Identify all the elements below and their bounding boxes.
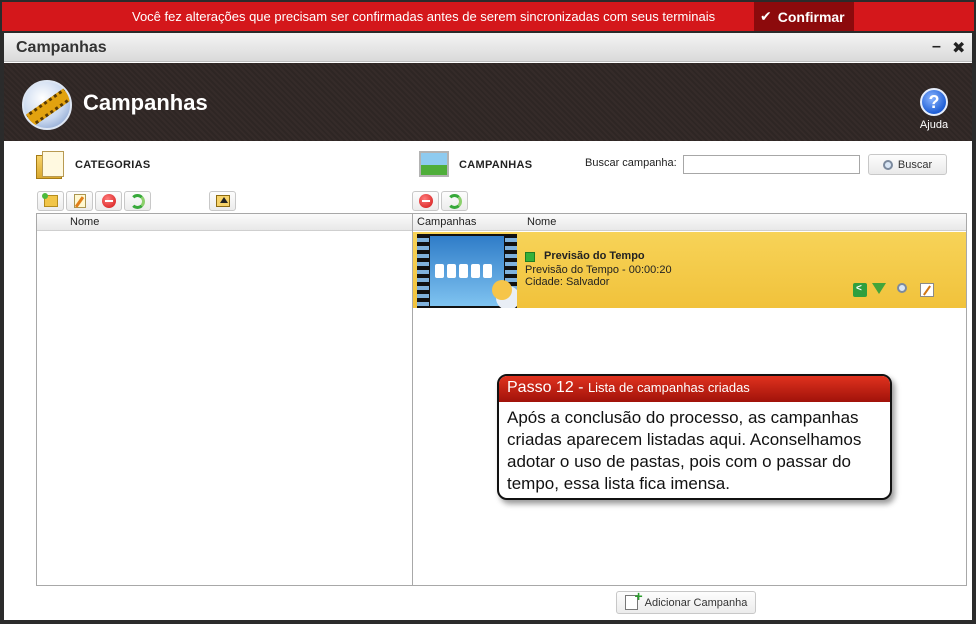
window-titlebar: Campanhas – ✖ [4,33,972,62]
campaigns-column-campaigns: Campanhas [417,216,477,228]
refresh-icon [130,193,145,209]
campaign-thumbnail [417,234,517,308]
search-button-label: Buscar [897,158,933,171]
categories-panel: Nome [36,213,413,586]
add-campaign-label: Adicionar Campanha [644,596,748,609]
sync-banner-message: Você fez alterações que precisam ser con… [132,9,716,24]
campaign-row[interactable]: Previsão do Tempo Previsão do Tempo - 00… [413,232,966,308]
search-label: Buscar campanha: [585,157,677,169]
window-title: Campanhas [16,39,107,56]
delete-icon [418,194,433,208]
new-folder-icon [41,193,58,207]
categories-label: CATEGORIAS [75,159,151,171]
callout-header: Passo 12 - Lista de campanhas criadas [499,376,890,402]
help-button[interactable]: ? Ajuda [917,88,951,131]
edit-icon [73,194,86,208]
add-campaign-icon [624,588,643,610]
tutorial-callout: Passo 12 - Lista de campanhas criadas Ap… [497,374,892,500]
minimize-icon[interactable]: – [932,38,941,56]
check-icon: ✔ [760,8,772,24]
edit-category-button[interactable] [66,191,93,211]
help-label: Ajuda [919,119,949,131]
search-input[interactable] [683,155,860,174]
folder-icon [36,151,66,179]
sync-banner: Você fez alterações que precisam ser con… [2,2,974,31]
picture-icon [419,151,449,177]
delete-campaign-button[interactable] [412,191,439,211]
confirm-button-label: Confirmar [777,8,845,25]
callout-step: Passo 12 - [507,379,588,396]
zoom-icon[interactable] [897,283,907,293]
page-header: Campanhas ? Ajuda [4,63,972,141]
help-icon: ? [920,88,948,116]
search-button[interactable]: Buscar [868,154,947,175]
page-title: Campanhas [83,90,208,115]
refresh-campaigns-button[interactable] [441,191,468,211]
edit-row-icon[interactable] [920,283,934,297]
campaign-duration: Previsão do Tempo - 00:00:20 [525,264,672,276]
delete-category-button[interactable] [95,191,122,211]
campaign-title: Previsão do Tempo [544,250,645,262]
campaign-film-icon [22,80,72,130]
callout-step-title: Lista de campanhas criadas [587,380,750,395]
campaigns-column-name: Nome [527,216,557,228]
campaign-city: Cidade: Salvador [525,276,610,288]
add-campaign-button[interactable]: Adicionar Campanha [616,588,756,614]
campaigns-label: CAMPANHAS [459,159,533,171]
folder-up-button[interactable] [209,191,236,211]
categories-column-name: Nome [70,216,100,228]
new-category-button[interactable] [37,191,64,211]
campaigns-window: Campanhas – ✖ Campanhas ? Ajuda CATEGORI… [4,33,972,620]
folder-up-icon [215,195,230,207]
refresh-icon [447,193,462,209]
status-indicator-icon [525,252,535,262]
delete-icon [101,194,116,208]
campaigns-table-header: Campanhas Nome [413,214,966,231]
callout-text: Após a conclusão do processo, as campanh… [507,408,862,493]
search-icon [882,159,893,170]
share-icon[interactable] [853,283,867,297]
categories-table-header: Nome [37,214,412,231]
confirm-button[interactable]: ✔ Confirmar [754,2,854,31]
close-icon[interactable]: ✖ [952,38,965,58]
app-frame: Você fez alterações que precisam ser con… [0,0,976,624]
download-icon[interactable] [872,283,886,294]
refresh-categories-button[interactable] [124,191,151,211]
